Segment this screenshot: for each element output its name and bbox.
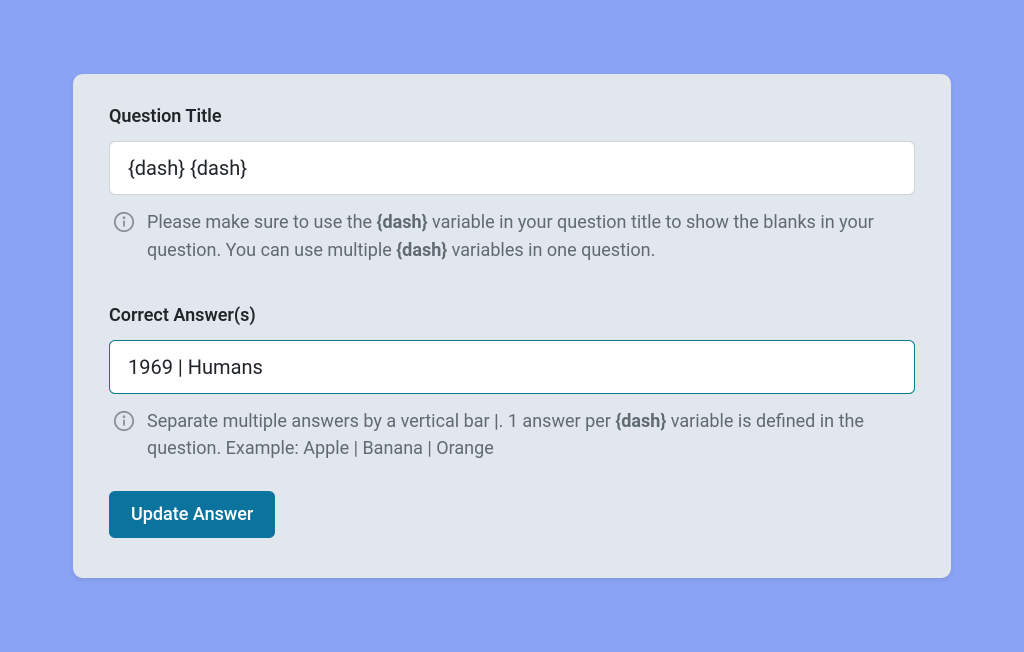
correct-answers-helper-text: Separate multiple answers by a vertical … bbox=[147, 408, 915, 464]
question-title-helper-row: Please make sure to use the {dash} varia… bbox=[109, 209, 915, 265]
form-panel: Question Title Please make sure to use t… bbox=[73, 74, 951, 579]
question-title-label: Question Title bbox=[109, 106, 915, 127]
update-answer-button[interactable]: Update Answer bbox=[109, 491, 275, 538]
question-title-helper-text: Please make sure to use the {dash} varia… bbox=[147, 209, 915, 265]
correct-answers-helper-row: Separate multiple answers by a vertical … bbox=[109, 408, 915, 464]
info-icon bbox=[113, 410, 135, 432]
question-title-group: Question Title Please make sure to use t… bbox=[109, 106, 915, 265]
info-icon bbox=[113, 211, 135, 233]
correct-answers-label: Correct Answer(s) bbox=[109, 305, 915, 326]
question-title-input[interactable] bbox=[109, 141, 915, 195]
correct-answers-group: Correct Answer(s) Separate multiple answ… bbox=[109, 305, 915, 464]
correct-answers-input[interactable] bbox=[109, 340, 915, 394]
